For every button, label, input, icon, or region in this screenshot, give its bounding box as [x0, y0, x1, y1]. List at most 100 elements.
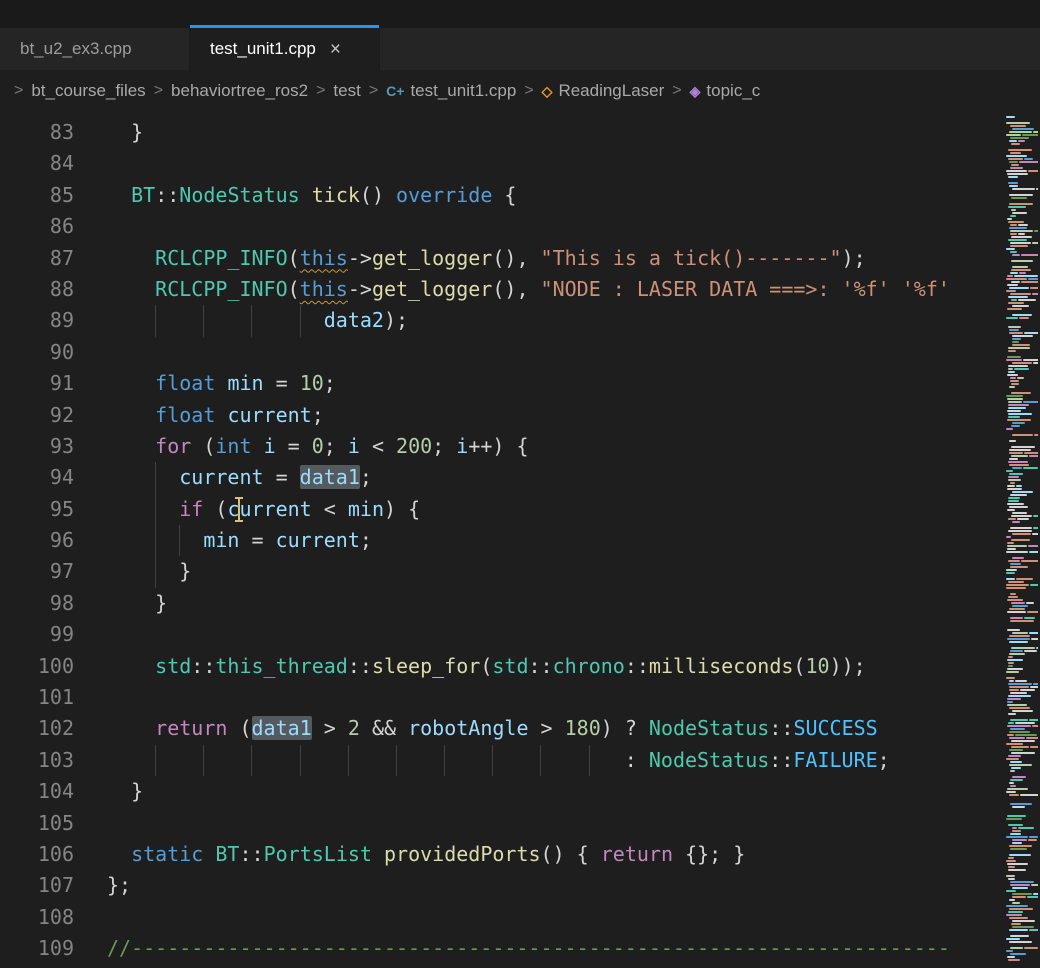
code-line-text[interactable]: } [74, 588, 1040, 619]
code-line[interactable]: 95 if (current < min) { [0, 494, 1040, 525]
breadcrumb-item-topic-c[interactable]: ◈topic_c [690, 81, 761, 101]
code-line-text[interactable]: std::this_thread::sleep_for(std::chrono:… [74, 651, 1040, 682]
code-line-text[interactable] [74, 808, 1040, 839]
breadcrumb-item-bt-course-files[interactable]: bt_course_files [31, 81, 145, 101]
line-number[interactable]: 100 [0, 651, 74, 682]
line-number[interactable]: 99 [0, 619, 74, 650]
line-number[interactable]: 94 [0, 462, 74, 493]
breadcrumb-item-test-unit1-cpp[interactable]: C+test_unit1.cpp [386, 81, 516, 101]
code-line[interactable]: 83 } [0, 117, 1040, 148]
code-line-text[interactable] [74, 682, 1040, 713]
code-line[interactable]: 102 return (data1 > 2 && robotAngle > 18… [0, 713, 1040, 744]
minimap-mark [1012, 512, 1027, 514]
code-line[interactable]: 88 RCLCPP_INFO(this->get_logger(), "NODE… [0, 274, 1040, 305]
code-line[interactable]: 98 } [0, 588, 1040, 619]
code-line-text[interactable] [74, 337, 1040, 368]
code-line[interactable]: 105 [0, 808, 1040, 839]
code-line[interactable]: 101 [0, 682, 1040, 713]
line-number[interactable]: 109 [0, 933, 74, 964]
line-number[interactable]: 103 [0, 745, 74, 776]
line-number[interactable]: 86 [0, 211, 74, 242]
breadcrumb-item-readinglaser[interactable]: ◇ReadingLaser [542, 81, 665, 101]
code-line[interactable]: 89 data2); [0, 305, 1040, 336]
line-number[interactable]: 93 [0, 431, 74, 462]
code-line-text[interactable]: for (int i = 0; i < 200; i++) { [74, 431, 1040, 462]
line-number[interactable]: 83 [0, 117, 74, 148]
code-line-text[interactable]: float min = 10; [74, 368, 1040, 399]
code-line[interactable]: 99 [0, 619, 1040, 650]
code-line[interactable]: 104 } [0, 776, 1040, 807]
line-number[interactable]: 97 [0, 556, 74, 587]
code-line-text[interactable] [74, 211, 1040, 242]
code-line-text[interactable]: static BT::PortsList providedPorts() { r… [74, 839, 1040, 870]
line-number[interactable]: 84 [0, 148, 74, 179]
minimap-mark [1010, 272, 1018, 274]
line-number[interactable]: 107 [0, 870, 74, 901]
code-line[interactable]: 103 : NodeStatus::FAILURE; [0, 745, 1040, 776]
code-line[interactable]: 91 float min = 10; [0, 368, 1040, 399]
line-number[interactable]: 98 [0, 588, 74, 619]
code-line[interactable]: 85 BT::NodeStatus tick() override { [0, 180, 1040, 211]
code-line-text[interactable]: current = data1; [74, 462, 1040, 493]
code-line-text[interactable]: BT::NodeStatus tick() override { [74, 180, 1040, 211]
close-icon[interactable]: × [330, 40, 341, 59]
code-line-text[interactable]: RCLCPP_INFO(this->get_logger(), "This is… [74, 243, 1040, 274]
line-number[interactable]: 104 [0, 776, 74, 807]
token: ); [842, 246, 866, 270]
line-number[interactable]: 102 [0, 713, 74, 744]
line-number[interactable]: 105 [0, 808, 74, 839]
line-number[interactable]: 95 [0, 494, 74, 525]
code-line[interactable]: 108 [0, 902, 1040, 933]
tab-bt_u2_ex3[interactable]: bt_u2_ex3.cpp [0, 28, 190, 70]
code-line[interactable]: 94 current = data1; [0, 462, 1040, 493]
code-line-text[interactable]: //--------------------------------------… [74, 933, 1040, 964]
code-line-text[interactable]: RCLCPP_INFO(this->get_logger(), "NODE : … [74, 274, 1040, 305]
line-number[interactable]: 85 [0, 180, 74, 211]
breadcrumb-item-behaviortree-ros2[interactable]: behaviortree_ros2 [171, 81, 308, 101]
code-line[interactable]: 106 static BT::PortsList providedPorts()… [0, 839, 1040, 870]
line-number[interactable]: 88 [0, 274, 74, 305]
indent-guide [589, 745, 590, 776]
code-line[interactable]: 107}; [0, 870, 1040, 901]
code-line[interactable]: 97 } [0, 556, 1040, 587]
line-number[interactable]: 90 [0, 337, 74, 368]
code-line-text[interactable]: if (current < min) { [74, 494, 1040, 525]
line-number[interactable]: 87 [0, 243, 74, 274]
code-line-text[interactable]: float current; [74, 400, 1040, 431]
code-line[interactable]: 100 std::this_thread::sleep_for(std::chr… [0, 651, 1040, 682]
minimap-mark [1029, 455, 1038, 457]
code-line[interactable]: 96 min = current; [0, 525, 1040, 556]
code-line-text[interactable]: }; [74, 870, 1040, 901]
code-line-text[interactable]: } [74, 117, 1040, 148]
line-number[interactable]: 89 [0, 305, 74, 336]
line-number[interactable]: 101 [0, 682, 74, 713]
code-line-text[interactable]: } [74, 556, 1040, 587]
minimap[interactable] [1004, 112, 1040, 968]
code-line-text[interactable]: : NodeStatus::FAILURE; [74, 745, 1040, 776]
line-number[interactable]: 92 [0, 400, 74, 431]
code-line[interactable]: 84 [0, 148, 1040, 179]
code-line-text[interactable]: min = current; [74, 525, 1040, 556]
breadcrumb-item-test[interactable]: test [333, 81, 360, 101]
minimap-row [1006, 230, 1038, 232]
code-line-text[interactable]: return (data1 > 2 && robotAngle > 180) ?… [74, 713, 1040, 744]
code-line[interactable]: 109//-----------------------------------… [0, 933, 1040, 964]
code-line-text[interactable] [74, 619, 1040, 650]
line-number[interactable]: 91 [0, 368, 74, 399]
code-line[interactable]: 93 for (int i = 0; i < 200; i++) { [0, 431, 1040, 462]
code-line-text[interactable] [74, 148, 1040, 179]
minimap-mark [1009, 707, 1030, 709]
code-line[interactable]: 87 RCLCPP_INFO(this->get_logger(), "This… [0, 243, 1040, 274]
line-number[interactable]: 106 [0, 839, 74, 870]
line-number[interactable]: 96 [0, 525, 74, 556]
code-line-text[interactable] [74, 902, 1040, 933]
code-line[interactable]: 92 float current; [0, 400, 1040, 431]
code-line-text[interactable]: } [74, 776, 1040, 807]
code-line-text[interactable]: data2); [74, 305, 1040, 336]
code-line[interactable]: 90 [0, 337, 1040, 368]
line-number[interactable]: 108 [0, 902, 74, 933]
code-line[interactable]: 86 [0, 211, 1040, 242]
tab-test_unit1[interactable]: test_unit1.cpp× [190, 28, 380, 70]
minimap-mark [1006, 758, 1019, 760]
minimap-row [1006, 359, 1038, 361]
